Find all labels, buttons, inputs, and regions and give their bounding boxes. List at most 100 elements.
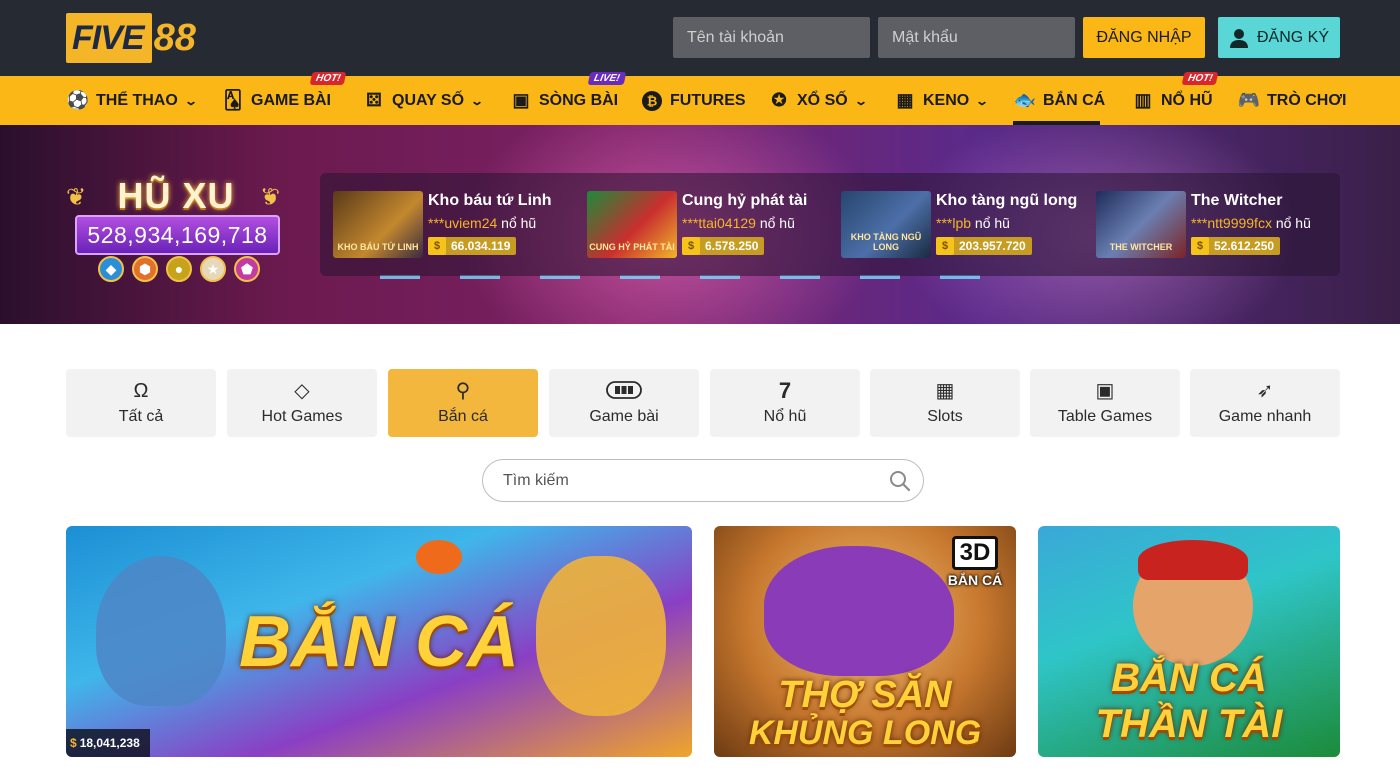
register-button[interactable]: ĐĂNG KÝ [1218, 17, 1340, 58]
tab-table-games[interactable]: ▣ Table Games [1030, 369, 1180, 437]
tab-all[interactable]: Ω Tất cả [66, 369, 216, 437]
nav-item-ban-ca[interactable]: 🐟 BẮN CÁ [1013, 76, 1105, 125]
game-title-line1: BẮN CÁ [1111, 656, 1267, 700]
horseshoe-icon: Ω [133, 380, 149, 402]
winner-game-name: Cung hỷ phát tài [682, 192, 808, 209]
winner-amount: $203.957.720 [936, 237, 1032, 255]
tab-label: Hot Games [261, 408, 343, 425]
nav-label: NỔ HŨ [1161, 91, 1213, 109]
search-input[interactable] [503, 470, 883, 492]
cards-table-icon [606, 380, 642, 402]
nav-label: SÒNG BÀI [539, 91, 619, 109]
tab-label: Game nhanh [1218, 408, 1312, 425]
3d-label: 3D [951, 536, 999, 570]
tab-label: Table Games [1057, 408, 1153, 425]
diamond-icon: ◇ [294, 380, 310, 402]
winner-user: ***ntt9999fcx nổ hũ [1191, 215, 1311, 231]
tab-label: Tất cả [118, 408, 164, 425]
jackpot-pot: $18,041,238 [66, 729, 150, 757]
winner-username: ***uviem24 [428, 215, 498, 231]
3d-ban-ca-tag: 3D BẮN CÁ [942, 536, 1008, 610]
tab-game-bai[interactable]: Game bài [549, 369, 699, 437]
card-box-icon: ▣ [1095, 380, 1115, 402]
winner-username: ***lpb [936, 215, 972, 231]
nav-label: THỂ THAO [96, 91, 178, 109]
game-card-ban-ca[interactable]: BẮN CÁ $18,041,238 [66, 526, 692, 757]
soccer-player-icon: ⚽ [66, 90, 90, 110]
tag-sub-label: BẮN CÁ [947, 572, 1003, 588]
chevron-down-icon: ⌄ [853, 93, 868, 108]
thumb-text: CUNG HỶ PHÁT TÀI [589, 242, 675, 252]
nav-label: FUTURES [670, 91, 746, 109]
wing-right-icon: ❦ [260, 184, 281, 211]
login-button[interactable]: ĐĂNG NHẬP [1083, 17, 1205, 58]
nav-item-keno[interactable]: ▦ KENO ⌄ [893, 76, 990, 125]
tab-hot-games[interactable]: ◇ Hot Games [227, 369, 377, 437]
logo-text-88: 88 [153, 17, 196, 59]
nav-item-no-hu[interactable]: ▥ NỔ HŨ HOT! [1131, 72, 1219, 125]
jackpot-title: HŨ XU [117, 175, 235, 216]
login-label: ĐĂNG NHẬP [1096, 28, 1192, 46]
recent-winners: KHO BÁU TỨ LINH Kho báu tứ Linh ***uviem… [320, 173, 1340, 276]
register-label: ĐĂNG KÝ [1256, 28, 1329, 46]
blue-gem-icon: ◆ [98, 256, 124, 282]
dollar-icon: $ [70, 736, 77, 750]
nav-item-song-bai[interactable]: ▣ SÒNG BÀI LIVE! [509, 72, 626, 125]
game-card-tho-san-khung-long[interactable]: 3D BẮN CÁ THỢ SĂN KHỦNG LONG [714, 526, 1016, 757]
winner-amount-value: 203.957.720 [959, 239, 1026, 253]
nav-item-futures[interactable]: ₿ FUTURES [640, 76, 746, 125]
nav-item-tro-choi[interactable]: 🎮 TRÒ CHƠI [1237, 76, 1347, 125]
star-gem-icon: ★ [200, 256, 226, 282]
nav-label: XỔ SỐ [797, 91, 848, 109]
dollar-coin-icon: $ [936, 237, 954, 255]
winner-game-name: Kho báu tứ Linh [428, 192, 552, 209]
fish-icon: 🐟 [1013, 90, 1037, 110]
winner-suffix: nổ hũ [759, 215, 795, 231]
nav-item-xo-so[interactable]: ✪ XỔ SỐ ⌄ [767, 76, 868, 125]
search-icon[interactable] [889, 470, 911, 492]
tab-slots[interactable]: ▦ Slots [870, 369, 1020, 437]
pink-gem-icon: ⬟ [234, 256, 260, 282]
winner-user: ***uviem24 nổ hũ [428, 215, 536, 231]
winner-amount: $6.578.250 [682, 237, 765, 255]
winner-amount-value: 66.034.119 [451, 239, 511, 253]
chevron-down-icon: ⌄ [470, 93, 485, 108]
live-badge: LIVE! [587, 72, 626, 85]
tab-game-nhanh[interactable]: ➶ Game nhanh [1190, 369, 1340, 437]
category-tabs: Ω Tất cả ◇ Hot Games ⚲ Bắn cá Game bài 7… [66, 369, 1340, 437]
nav-label: BẮN CÁ [1043, 91, 1106, 109]
dinosaur-character [764, 546, 954, 676]
chevron-down-icon: ⌄ [975, 93, 990, 108]
pot-value: 18,041,238 [79, 736, 140, 750]
fish-icon: ⚲ [455, 380, 471, 402]
tab-ban-ca[interactable]: ⚲ Bắn cá [388, 369, 538, 437]
winner-user: ***lpb nổ hũ [936, 215, 1010, 231]
nav-item-game-bai[interactable]: 🂡 GAME BÀI HOT! [221, 72, 347, 125]
gold-coin-icon: ● [166, 256, 192, 282]
game-thumbnail: THE WITCHER [1096, 191, 1186, 258]
dollar-coin-icon: $ [682, 237, 700, 255]
winner-game-name: Kho tàng ngũ long [936, 192, 1078, 209]
nav-item-the-thao[interactable]: ⚽ THỂ THAO ⌄ [66, 76, 198, 125]
winner-suffix: nổ hũ [974, 215, 1010, 231]
password-input[interactable] [878, 17, 1075, 58]
main-nav: ⚽ THỂ THAO ⌄ 🂡 GAME BÀI HOT! ⚄ QUAY SỐ ⌄… [0, 72, 1400, 125]
thumb-text: KHO BÁU TỨ LINH [337, 242, 419, 252]
nav-label: KENO [923, 91, 970, 109]
tab-label: Bắn cá [438, 408, 488, 425]
top-bar: FIVE 88 ĐĂNG NHẬP ĐĂNG KÝ [0, 0, 1400, 76]
winner-suffix: nổ hũ [1275, 215, 1311, 231]
than-tai-hat [1138, 540, 1248, 580]
winner-amount: $52.612.250 [1191, 237, 1281, 255]
game-card-ban-ca-than-tai[interactable]: BẮN CÁ THẦN TÀI [1038, 526, 1340, 757]
tab-no-hu[interactable]: 7 Nổ hũ [710, 369, 860, 437]
tab-label: Nổ hũ [763, 408, 807, 425]
five88-logo[interactable]: FIVE 88 [66, 13, 196, 63]
nav-label: TRÒ CHƠI [1267, 91, 1347, 109]
nav-item-quay-so[interactable]: ⚄ QUAY SỐ ⌄ [362, 76, 485, 125]
game-thumbnail: KHO TÀNG NGŨ LONG [841, 191, 931, 258]
wing-left-icon: ❦ [66, 184, 87, 211]
hot-badge: HOT! [1181, 72, 1219, 85]
username-input[interactable] [673, 17, 870, 58]
nav-label: QUAY SỐ [392, 91, 465, 109]
